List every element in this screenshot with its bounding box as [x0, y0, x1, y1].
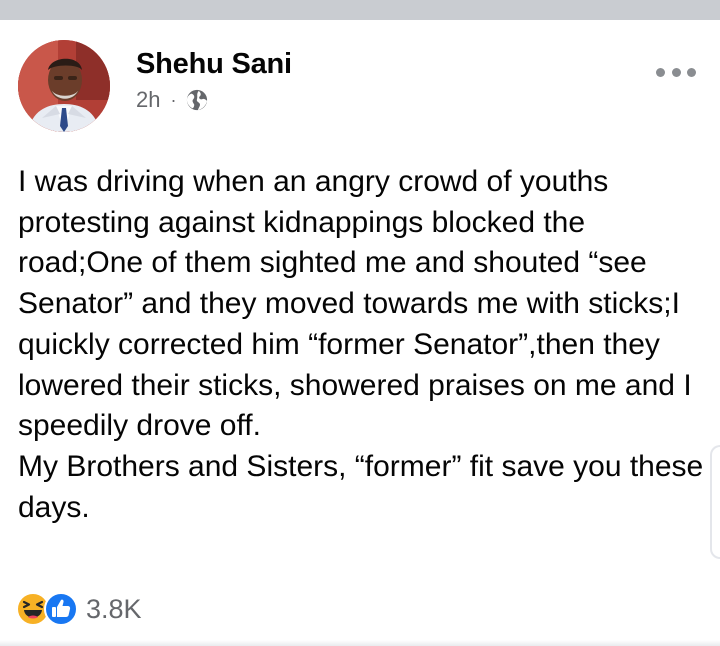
reaction-count: 3.8K [86, 593, 142, 624]
more-options-button[interactable] [656, 64, 696, 80]
facebook-post-screen: Shehu Sani 2h · I was driving when an an… [0, 0, 720, 646]
post-paragraph: I was driving when an angry crowd of you… [18, 165, 692, 443]
post-body: I was driving when an angry crowd of you… [18, 162, 708, 528]
bottom-shadow [0, 640, 720, 646]
post-meta: 2h · [136, 86, 208, 114]
author-name[interactable]: Shehu Sani [136, 48, 292, 81]
avatar[interactable] [18, 40, 110, 132]
globe-icon[interactable] [186, 89, 208, 111]
more-options-icon [656, 67, 665, 77]
reactions-summary[interactable]: 3.8K [16, 592, 142, 626]
post-card: Shehu Sani 2h · I was driving when an an… [0, 20, 720, 646]
feed-divider [0, 0, 720, 20]
avatar-photo [18, 40, 110, 132]
post-time[interactable]: 2h [136, 87, 160, 113]
post-paragraph: My Brothers and Sisters, “former” fit sa… [18, 449, 704, 524]
scroll-indicator [710, 445, 720, 559]
meta-separator: · [170, 89, 177, 110]
like-icon [44, 592, 78, 626]
